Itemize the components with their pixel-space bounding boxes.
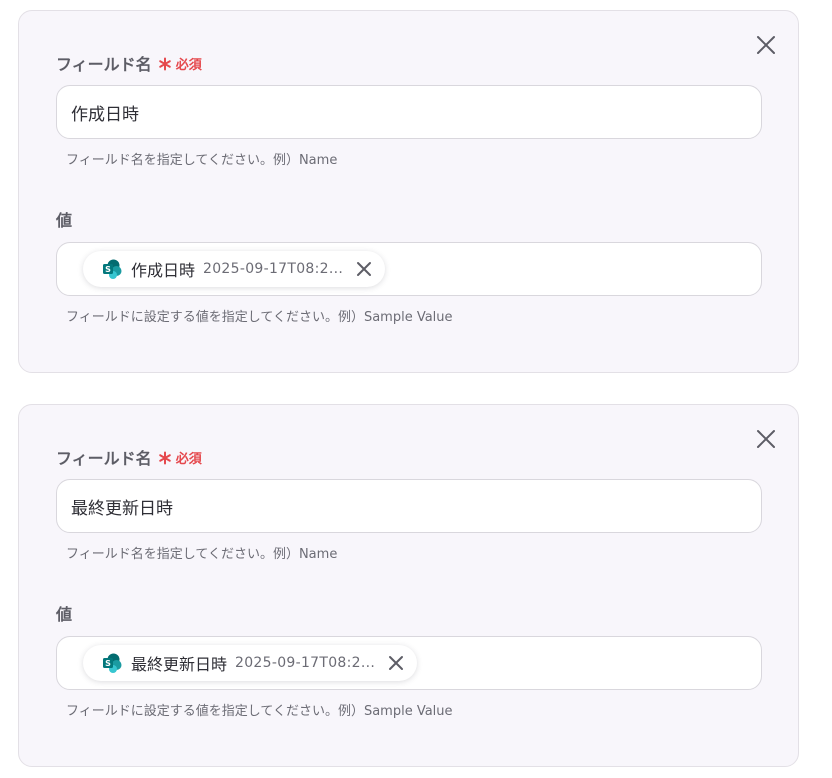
chip-name: 作成日時 <box>131 261 196 280</box>
value-input[interactable]: S 最終更新日時 2025-09-17T08:2... <box>56 636 762 690</box>
field-name-hint: フィールド名を指定してください。例）Name <box>66 547 338 562</box>
field-card: フィールド名 必須 フィールド名を指定してください。例）Name 値 S 最終更… <box>18 404 799 767</box>
svg-text:S: S <box>105 265 111 274</box>
sharepoint-icon: S <box>101 652 123 674</box>
chip-value: 2025-09-17T08:2... <box>235 655 376 671</box>
value-chip[interactable]: S 最終更新日時 2025-09-17T08:2... <box>83 645 418 681</box>
asterisk-icon <box>158 56 172 71</box>
chip-name: 最終更新日時 <box>131 655 228 674</box>
required-badge: 必須 <box>175 451 202 467</box>
sharepoint-icon: S <box>101 258 123 280</box>
value-label: 値 <box>56 605 73 624</box>
value-input[interactable]: S 作成日時 2025-09-17T08:2... <box>56 242 762 296</box>
field-name-input[interactable] <box>56 85 762 139</box>
remove-icon[interactable] <box>385 652 407 674</box>
field-name-label-row: フィールド名 必須 <box>56 445 202 469</box>
field-name-input[interactable] <box>56 479 762 533</box>
field-name-hint: フィールド名を指定してください。例）Name <box>66 153 338 168</box>
close-icon[interactable] <box>754 33 778 57</box>
value-hint: フィールドに設定する値を指定してください。例）Sample Value <box>66 310 453 325</box>
asterisk-icon <box>158 450 172 465</box>
chip-value: 2025-09-17T08:2... <box>203 261 344 277</box>
field-card: フィールド名 必須 フィールド名を指定してください。例）Name 値 S 作成日… <box>18 10 799 373</box>
value-label: 値 <box>56 211 73 230</box>
field-name-label-row: フィールド名 必須 <box>56 51 202 75</box>
field-name-label: フィールド名 <box>56 55 152 74</box>
svg-text:S: S <box>105 659 111 668</box>
remove-icon[interactable] <box>353 258 375 280</box>
value-hint: フィールドに設定する値を指定してください。例）Sample Value <box>66 704 453 719</box>
field-name-label: フィールド名 <box>56 449 152 468</box>
required-badge: 必須 <box>175 57 202 73</box>
close-icon[interactable] <box>754 427 778 451</box>
value-chip[interactable]: S 作成日時 2025-09-17T08:2... <box>83 251 386 287</box>
